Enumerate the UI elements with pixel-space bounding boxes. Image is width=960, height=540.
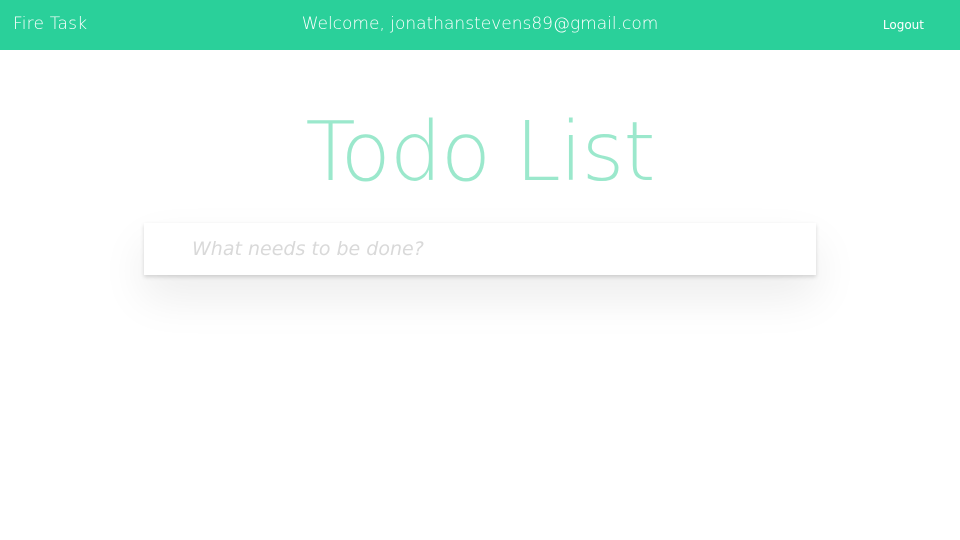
page-title: Todo List	[305, 105, 656, 200]
top-navbar: Fire Task Welcome, jonathanstevens89@gma…	[0, 0, 960, 50]
brand-link[interactable]: Fire Task	[13, 14, 87, 34]
logout-button[interactable]: Logout	[883, 17, 924, 33]
new-todo-container	[144, 223, 816, 275]
new-todo-input[interactable]	[144, 223, 816, 275]
welcome-message: Welcome, jonathanstevens89@gmail.com	[301, 14, 659, 34]
